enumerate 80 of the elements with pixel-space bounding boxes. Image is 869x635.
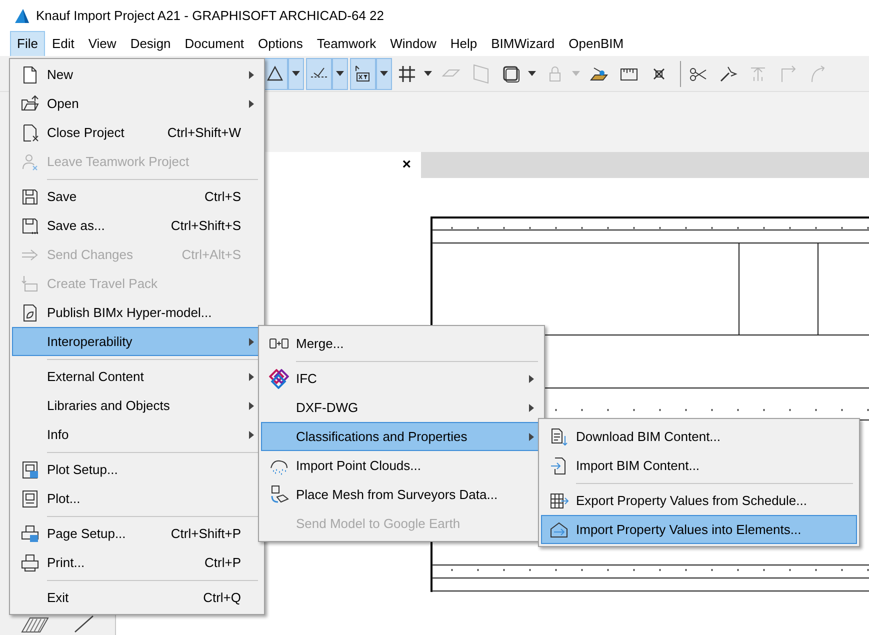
grid-icon [397,64,417,84]
menu-bar-item[interactable]: File [10,31,45,57]
menu-bar-item[interactable]: Edit [44,31,82,57]
caret-icon [292,71,300,76]
caret-icon [380,71,388,76]
menu-item[interactable]: Close Project Ctrl+Shift+W [12,118,262,147]
submenu-arrow-icon [528,432,534,440]
document-import-icon [548,456,568,476]
coordinate-tool-button[interactable] [350,58,376,90]
submenu-arrow-icon [248,70,254,78]
menu-item[interactable]: Print... Ctrl+P [12,548,262,577]
menu-item[interactable]: Save as... Ctrl+Shift+S [12,211,262,240]
menu-item[interactable]: Import Point Clouds... [261,451,542,480]
menu-item[interactable]: Plot Setup... [12,455,262,484]
table-arrow-icon [548,490,568,510]
survey-mesh-icon [268,484,288,504]
menu-item[interactable]: IFC [261,364,542,393]
shortcut-text: Ctrl+Shift+P [170,524,241,543]
folder-icon [20,94,40,114]
shortcut-text: Ctrl+Shift+S [170,216,241,235]
package-icon [20,274,40,294]
dropdown-button[interactable] [376,58,392,90]
document-tab[interactable]: × [265,152,421,178]
caret-icon [336,71,344,76]
menu-item[interactable]: Export Property Values from Schedule... [541,486,857,515]
menu-item[interactable]: Download BIM Content... [541,422,857,451]
shortcut-text: Ctrl+S [204,188,241,206]
triangle-icon [265,64,285,84]
submenu-arrow-icon [248,430,254,438]
menu-item[interactable]: Merge... [261,329,542,358]
close-icon[interactable]: × [402,154,411,176]
submenu-arrow-icon [248,402,254,410]
menu-bar-item[interactable]: Document [178,31,252,57]
interlocking-squares-icon [268,368,288,388]
shortcut-text: Ctrl+P [204,554,241,572]
caret-icon [424,71,432,76]
menu-item[interactable]: Page Setup... Ctrl+Shift+P [12,519,262,548]
document-download-icon [548,426,568,446]
window-title: Knauf Import Project A21 - GRAPHISOFT ARCHICAD-64 22 [36,7,384,26]
menu-item[interactable]: External Content [12,362,262,391]
menu-bar-item[interactable]: Help [443,31,484,57]
square-icon [501,64,521,84]
menu-bar-item[interactable]: Teamwork [310,31,384,57]
triangle-logo-icon [14,8,30,24]
submenu-arrow-icon [248,338,254,346]
menu-bar-item[interactable]: Options [251,31,310,57]
wall-icon [471,64,491,84]
printer-icon [20,524,40,544]
line-tool-icon[interactable] [74,615,94,633]
menu-bar-item[interactable]: OpenBIM [562,31,631,57]
menu-item[interactable]: Open [12,89,262,118]
submenu-arrow-icon [248,100,254,108]
menu-bar-item[interactable]: View [81,31,124,57]
menu-bar-item[interactable]: BIMWizard [484,31,562,57]
caret-icon [572,71,580,76]
menu-item[interactable]: Info [12,420,262,449]
person-icon [20,152,40,172]
house-arrow-icon [548,520,568,540]
dimension-tool-button[interactable] [306,58,332,90]
dropdown-button[interactable] [332,58,348,90]
shortcut-text: Ctrl+Alt+S [180,246,241,264]
submenu-arrow-icon [248,372,254,380]
menu-bar-item[interactable]: Design [123,31,178,57]
menu-item[interactable]: Libraries and Objects [12,391,262,420]
shortcut-text: Ctrl+Shift+W [166,124,241,142]
submenu-arrow-icon [528,404,534,412]
submenu-arrow-icon [528,374,534,382]
menu-item[interactable]: DXF-DWG [261,393,542,422]
menu-item[interactable]: Place Mesh from Surveyors Data... [261,480,542,509]
menu-bar-item[interactable]: Window [383,31,444,57]
menu-item[interactable]: Publish BIMx Hyper-model... [12,298,262,327]
dropdown-button[interactable] [288,58,304,90]
shortcut-text: Ctrl+Q [202,588,241,607]
menu-item[interactable]: Plot... [12,484,262,513]
menu-item[interactable]: Exit Ctrl+Q [12,583,262,612]
menu-item[interactable]: Import BIM Content... [541,451,857,480]
caret-icon [528,71,536,76]
menu-item[interactable]: Import Property Values into Elements... [541,515,857,544]
printer-icon [20,552,40,572]
menu-item[interactable]: Save Ctrl+S [12,182,262,211]
